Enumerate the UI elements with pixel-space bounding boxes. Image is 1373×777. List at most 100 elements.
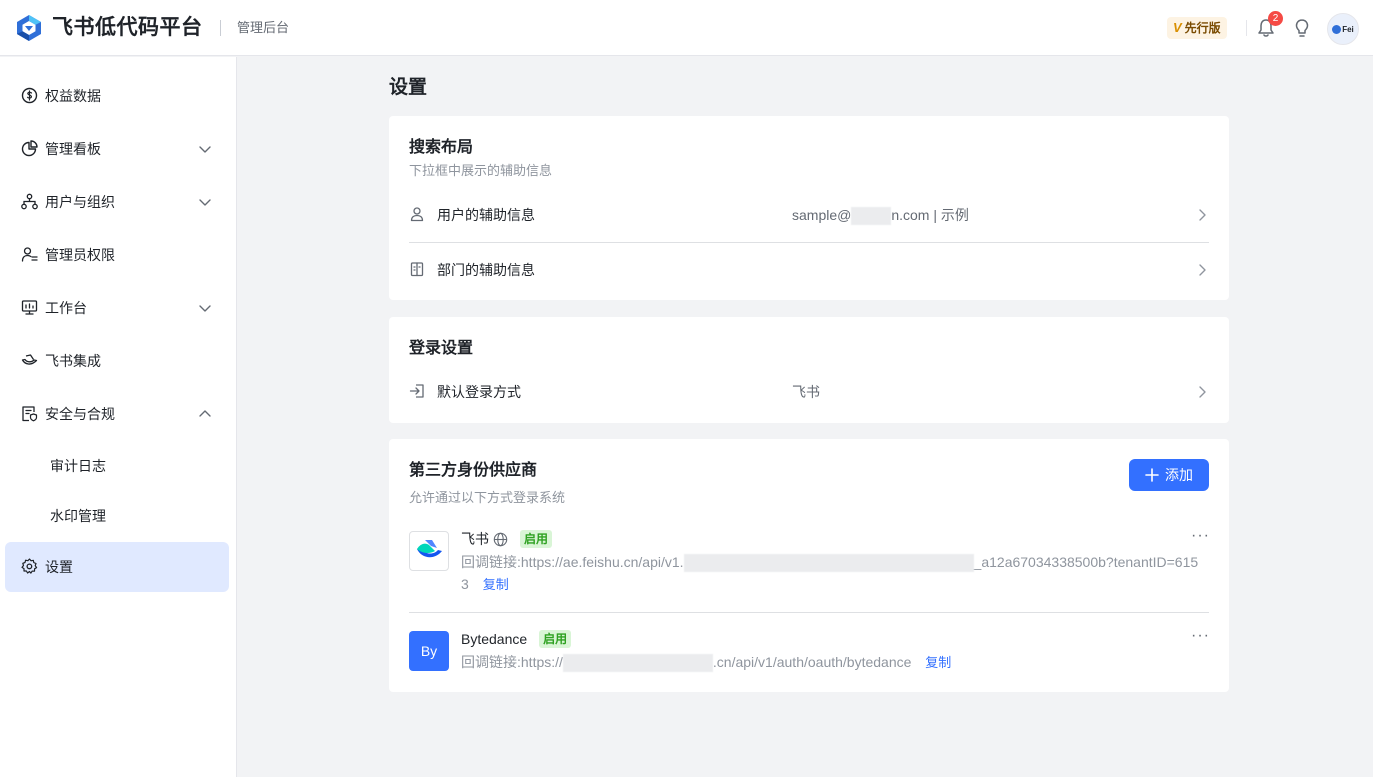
avatar-label: Fei <box>1342 24 1354 34</box>
sidebar-item-label: 管理看板 <box>45 141 101 157</box>
status-badge: 启用 <box>539 630 572 648</box>
org-chart-icon <box>21 193 38 210</box>
copy-link[interactable]: 复制 <box>483 577 509 592</box>
page-title: 设置 <box>389 77 428 98</box>
sidebar-item-label: 权益数据 <box>45 88 101 104</box>
chevron-right-icon <box>1199 209 1206 221</box>
globe-icon <box>493 532 508 546</box>
provider-name: 飞书 启用 <box>461 529 553 549</box>
avatar[interactable]: Fei <box>1327 13 1359 45</box>
callback-url-suffix: .cn/api/v1/auth/oauth/bytedance <box>712 654 912 670</box>
sidebar-item-workbench[interactable]: 工作台 <box>5 283 229 333</box>
sidebar-item-label: 设置 <box>45 559 73 575</box>
department-icon <box>410 262 424 277</box>
callback-url-prefix: https://ae.feishu.cn/api/v1. <box>520 554 684 570</box>
row-label: 部门的辅助信息 <box>437 262 535 278</box>
sidebar-item-admin-permissions[interactable]: 管理员权限 <box>5 230 229 280</box>
chevron-down-icon <box>199 305 211 312</box>
user-icon <box>410 207 424 222</box>
plan-badge-label: 先行版 <box>1184 21 1221 35</box>
sidebar-item-users-org[interactable]: 用户与组织 <box>5 177 229 227</box>
callback-url: 回调链接:https://ae.feishu.cn/api/v1. _a12a67… <box>461 551 1209 596</box>
feishu-logo-icon <box>409 531 449 571</box>
sidebar-item-benefits-data[interactable]: 权益数据 <box>5 71 229 121</box>
redacted-block <box>562 654 713 673</box>
bytedance-logo: By <box>409 631 449 671</box>
row-value-suffix: n.com | 示例 <box>891 207 969 223</box>
chevron-up-icon <box>199 410 211 417</box>
lightbulb-icon[interactable] <box>1292 18 1312 38</box>
status-badge: 启用 <box>520 530 553 548</box>
row-value: sample@ n.com | 示例 <box>792 205 969 226</box>
search-layout-desc: 下拉框中展示的辅助信息 <box>409 163 553 178</box>
copy-link[interactable]: 复制 <box>925 655 951 670</box>
sidebar-item-security-compliance[interactable]: 安全与合规 <box>5 389 229 439</box>
user-aux-info-row[interactable]: 用户的辅助信息 sample@ n.com | 示例 <box>409 195 1209 235</box>
callback-url-label: 回调链接: <box>461 654 521 670</box>
sidebar-item-watermark[interactable]: 水印管理 <box>5 491 229 541</box>
provider-divider <box>409 612 1209 613</box>
chevron-down-icon <box>199 199 211 206</box>
provider-name-text: Bytedance <box>461 631 528 647</box>
row-value-prefix: sample@ <box>792 207 852 223</box>
more-icon[interactable]: ··· <box>1191 528 1211 549</box>
sidebar-item-label: 水印管理 <box>50 508 106 524</box>
row-label: 用户的辅助信息 <box>437 207 535 223</box>
callback-url-suffix: _a12a67034338500b?tenantID=615 <box>973 554 1199 570</box>
security-doc-icon <box>22 406 38 422</box>
identity-providers-card: 第三方身份供应商 允许通过以下方式登录系统 添加 飞书 启用 回调链接:http… <box>389 439 1229 692</box>
callback-url-prefix: https:// <box>520 654 563 670</box>
sidebar: 权益数据 管理看板 用户与组织 管理员权限 工作台 飞书集成 安全与合规 审计日… <box>0 57 237 777</box>
provider-item-bytedance: By Bytedance 启用 回调链接:https:// .cn/api/v1/… <box>409 628 1211 674</box>
redacted-block <box>683 554 974 573</box>
avatar-logo-icon <box>1332 24 1342 34</box>
header-divider <box>220 20 221 36</box>
sidebar-item-settings[interactable]: 设置 <box>5 542 229 592</box>
sidebar-item-label: 工作台 <box>45 300 87 316</box>
callback-url: 回调链接:https:// .cn/api/v1/auth/oauth/byted… <box>461 651 951 674</box>
sidebar-item-label: 管理员权限 <box>45 247 115 263</box>
login-settings-title: 登录设置 <box>409 340 474 357</box>
sidebar-item-label: 审计日志 <box>50 458 106 474</box>
plus-icon <box>1145 468 1159 482</box>
admin-user-icon <box>21 247 38 262</box>
sidebar-item-dashboard[interactable]: 管理看板 <box>5 124 229 174</box>
login-icon <box>409 384 424 398</box>
identity-providers-title: 第三方身份供应商 <box>409 462 538 479</box>
sidebar-item-label: 用户与组织 <box>45 194 115 210</box>
default-login-method-row[interactable]: 默认登录方式 飞书 <box>409 372 1209 412</box>
app-name: 飞书低代码平台 <box>52 16 203 39</box>
feishu-integration-icon <box>21 354 38 365</box>
identity-providers-desc: 允许通过以下方式登录系统 <box>409 490 566 505</box>
login-settings-card: 登录设置 默认登录方式 飞书 <box>389 317 1229 423</box>
add-provider-label: 添加 <box>1165 467 1193 483</box>
sidebar-item-feishu-integration[interactable]: 飞书集成 <box>5 336 229 386</box>
notification-count-badge: 2 <box>1268 11 1283 26</box>
chevron-right-icon <box>1199 264 1206 276</box>
gear-icon <box>21 558 38 574</box>
provider-name: Bytedance 启用 <box>461 629 572 649</box>
app-logo-icon[interactable] <box>16 14 42 42</box>
chevron-down-icon <box>199 146 211 153</box>
pie-chart-icon <box>21 140 38 157</box>
plan-badge-mark: V <box>1173 20 1182 35</box>
more-icon[interactable]: ··· <box>1191 628 1211 649</box>
callback-url-label: 回调链接: <box>461 554 521 570</box>
monitor-icon <box>21 300 38 315</box>
top-header: 飞书低代码平台 管理后台 V 先行版 2 Fei <box>0 0 1373 56</box>
search-layout-card: 搜索布局 下拉框中展示的辅助信息 用户的辅助信息 sample@ n.com | … <box>389 116 1229 300</box>
header-subtitle: 管理后台 <box>237 20 290 35</box>
sidebar-item-label: 安全与合规 <box>45 406 115 422</box>
provider-item-feishu: 飞书 启用 回调链接:https://ae.feishu.cn/api/v1. _… <box>409 528 1211 596</box>
row-label: 默认登录方式 <box>437 384 521 400</box>
plan-badge[interactable]: V 先行版 <box>1167 17 1227 39</box>
add-provider-button[interactable]: 添加 <box>1129 459 1209 491</box>
provider-name-text: 飞书 <box>461 531 489 547</box>
chevron-right-icon <box>1199 386 1206 398</box>
callback-url-tail: 3 <box>461 576 469 592</box>
header-separator <box>1246 20 1247 36</box>
dept-aux-info-row[interactable]: 部门的辅助信息 <box>409 250 1209 290</box>
sidebar-item-label: 飞书集成 <box>45 353 101 369</box>
dollar-circle-icon <box>21 87 38 104</box>
sidebar-item-audit-log[interactable]: 审计日志 <box>5 441 229 491</box>
